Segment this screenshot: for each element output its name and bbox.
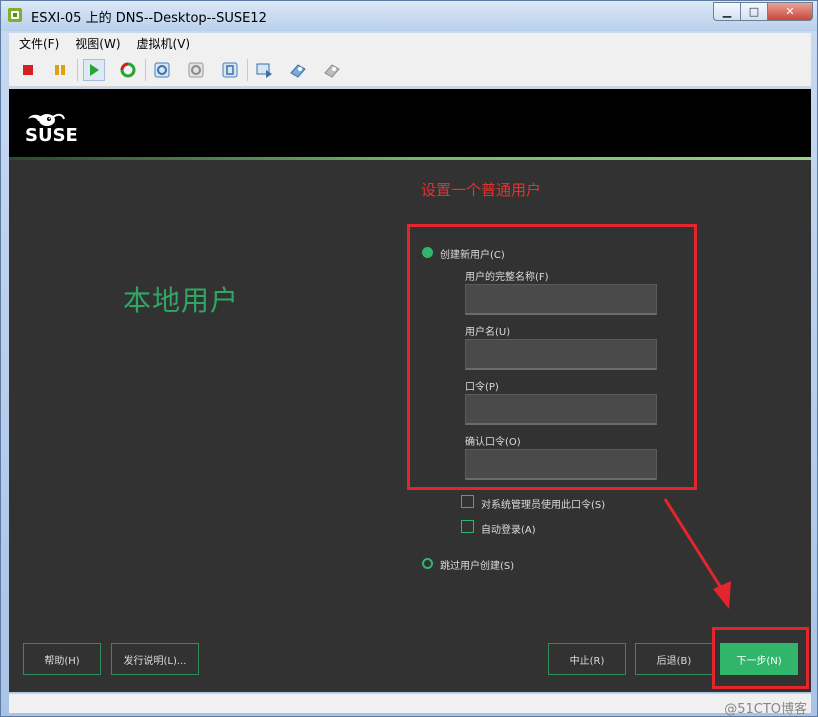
title-bar[interactable]: ESXI-05 上的 DNS--Desktop--SUSE12 ▁ □ ✕ [1, 1, 817, 31]
window-title: ESXI-05 上的 DNS--Desktop--SUSE12 [31, 11, 267, 26]
close-button[interactable]: ✕ [767, 2, 813, 21]
menu-vm[interactable]: 虚拟机(V) [127, 35, 197, 52]
full-name-input[interactable] [465, 284, 657, 315]
create-user-label[interactable]: 创建新用户(C) [440, 246, 505, 261]
page-title: 本地用户 [123, 284, 240, 317]
release-notes-button[interactable]: 发行说明(L)... [111, 643, 199, 675]
vm-console-window: ESXI-05 上的 DNS--Desktop--SUSE12 ▁ □ ✕ 文件… [0, 0, 818, 717]
suse-header: SUSE [9, 89, 811, 157]
pause-icon[interactable] [49, 59, 71, 81]
username-label: 用户名(U) [465, 327, 511, 338]
help-button[interactable]: 帮助(H) [23, 643, 101, 675]
annotation-title: 设置一个普通用户 [421, 181, 542, 199]
reset-icon[interactable] [117, 59, 139, 81]
revert-snapshot-icon[interactable] [185, 59, 207, 81]
username-input[interactable] [465, 339, 657, 370]
confirm-password-input[interactable] [465, 449, 657, 480]
minimize-button[interactable]: ▁ [713, 2, 740, 21]
vsphere-icon [8, 8, 22, 22]
stop-icon[interactable] [17, 59, 39, 81]
create-user-radio[interactable] [422, 247, 433, 258]
next-annotation-box [712, 627, 809, 689]
status-bar [9, 693, 811, 713]
admin-password-label[interactable]: 对系统管理员使用此口令(S) [481, 496, 605, 511]
watermark: @51CTO博客 [724, 702, 807, 717]
password-label: 口令(P) [465, 382, 499, 393]
admin-password-checkbox[interactable] [461, 495, 474, 508]
vm-settings-icon[interactable] [287, 59, 309, 81]
suse-logo-text: SUSE [25, 125, 78, 146]
skip-user-radio[interactable] [422, 558, 433, 569]
manage-snapshots-icon[interactable] [219, 59, 241, 81]
menu-file[interactable]: 文件(F) [9, 35, 65, 52]
autologin-label[interactable]: 自动登录(A) [481, 521, 536, 536]
password-input[interactable] [465, 394, 657, 425]
menu-view[interactable]: 视图(W) [65, 35, 126, 52]
full-name-label: 用户的完整名称(F) [465, 272, 549, 283]
console-icon[interactable] [253, 59, 275, 81]
window-controls: ▁ □ ✕ [713, 2, 813, 22]
menu-bar: 文件(F) 视图(W) 虚拟机(V) [9, 33, 811, 53]
back-button[interactable]: 后退(B) [635, 643, 713, 675]
skip-user-label[interactable]: 跳过用户创建(S) [440, 557, 514, 572]
suse-logo: SUSE [25, 113, 78, 146]
snapshot-icon[interactable] [151, 59, 173, 81]
autologin-checkbox[interactable] [461, 520, 474, 533]
abort-button[interactable]: 中止(R) [548, 643, 626, 675]
confirm-password-label: 确认口令(O) [465, 437, 521, 448]
play-icon[interactable] [83, 59, 105, 81]
toolbar [9, 53, 811, 87]
maximize-button[interactable]: □ [740, 2, 767, 21]
header-divider [9, 157, 811, 160]
connect-devices-icon[interactable] [321, 59, 343, 81]
guest-screen[interactable]: SUSE 设置一个普通用户 本地用户 创建新用户(C) 用户的完整名称(F) 用… [9, 89, 811, 692]
annotation-arrow [663, 498, 731, 609]
